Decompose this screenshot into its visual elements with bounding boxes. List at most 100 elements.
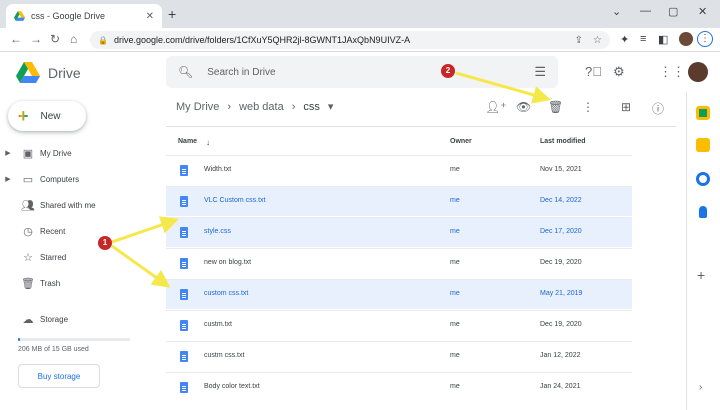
file-modified: May 21, 2019: [540, 290, 583, 297]
breadcrumb-current-folder[interactable]: css: [303, 101, 320, 113]
document-file-icon: [180, 289, 188, 300]
tab-search-icon[interactable]: ⌄: [612, 5, 621, 18]
breadcrumb-my-drive[interactable]: My Drive: [176, 101, 219, 113]
trash-icon: 🗑︎: [21, 277, 35, 290]
breadcrumb-web-data[interactable]: web data: [239, 101, 284, 113]
account-avatar[interactable]: [688, 62, 708, 82]
file-owner: me: [450, 321, 460, 328]
table-row[interactable]: custom css.txt me May 21, 2019: [166, 279, 632, 309]
minimize-button[interactable]: —: [640, 5, 651, 17]
get-addons-icon[interactable]: +: [697, 267, 705, 283]
reading-list-icon[interactable]: ≡: [640, 33, 646, 45]
calendar-icon[interactable]: [696, 106, 710, 120]
file-owner: me: [450, 228, 460, 235]
sidebar-item-storage[interactable]: ☁ Storage: [0, 308, 150, 330]
table-row[interactable]: VLC Custom css.txt me Dec 14, 2022: [166, 186, 632, 216]
table-row[interactable]: custm.txt me Dec 19, 2020: [166, 310, 632, 340]
file-name: Body color text.txt: [204, 383, 260, 390]
apps-grid-icon[interactable]: ⋮⋮: [659, 64, 685, 80]
file-name: custm.txt: [204, 321, 233, 328]
file-name: VLC Custom css.txt: [204, 197, 266, 204]
expand-caret-icon[interactable]: ▶: [0, 175, 16, 183]
sidebar-item-computers[interactable]: ▶ ▭ Computers: [0, 168, 150, 190]
annotation-badge-2: 2: [441, 64, 455, 78]
home-icon[interactable]: ⌂: [70, 32, 77, 46]
tasks-icon[interactable]: [696, 172, 710, 186]
sidebar-item-shared[interactable]: 👥︎ Shared with me: [0, 194, 150, 216]
tab-close-icon[interactable]: ✕: [146, 11, 154, 22]
side-panel-icon[interactable]: ◧: [658, 33, 668, 46]
settings-gear-icon[interactable]: ⚙: [613, 64, 625, 80]
file-owner: me: [450, 383, 460, 390]
sort-arrow-icon[interactable]: ↓: [206, 138, 210, 147]
app-name[interactable]: Drive: [48, 65, 81, 81]
extensions-icon[interactable]: ✦: [620, 33, 629, 46]
file-modified: Dec 19, 2020: [540, 259, 582, 266]
file-modified: Dec 17, 2020: [540, 228, 582, 235]
storage-usage-bar: [18, 338, 130, 341]
browser-menu-icon[interactable]: ⋮: [697, 31, 713, 47]
file-modified: Dec 14, 2022: [540, 197, 582, 204]
share-person-icon[interactable]: 👤︎⁺: [485, 100, 507, 114]
contacts-icon[interactable]: [699, 206, 707, 218]
keep-icon[interactable]: [696, 138, 710, 152]
share-icon[interactable]: ⇪: [575, 35, 583, 46]
cloud-icon: ☁: [22, 313, 34, 326]
reload-icon[interactable]: ↻: [50, 32, 60, 46]
expand-caret-icon[interactable]: ▶: [0, 149, 16, 157]
help-icon[interactable]: ?⃝: [585, 64, 602, 79]
close-window-button[interactable]: ✕: [698, 5, 707, 18]
document-file-icon: [180, 165, 188, 176]
address-bar[interactable]: 🔒 drive.google.com/drive/folders/1CfXuY5…: [90, 31, 610, 49]
sidebar-item-recent[interactable]: ◷ Recent: [0, 220, 150, 242]
table-row[interactable]: custm css.txt me Jan 12, 2022: [166, 341, 632, 371]
sidebar-item-label: Trash: [40, 278, 61, 288]
expand-panel-icon[interactable]: ›: [699, 382, 702, 393]
preview-eye-icon[interactable]: 👁︎: [516, 100, 531, 114]
delete-trash-icon[interactable]: 🗑︎: [548, 100, 563, 114]
document-file-icon: [180, 351, 188, 362]
recent-icon: ◷: [23, 225, 33, 238]
file-name: custom css.txt: [204, 290, 249, 297]
bookmark-star-icon[interactable]: ☆: [593, 35, 602, 46]
document-file-icon: [180, 227, 188, 238]
table-row[interactable]: new on blog.txt me Dec 19, 2020: [166, 248, 632, 278]
file-modified: Jan 24, 2021: [540, 383, 581, 390]
column-header-modified[interactable]: Last modified: [540, 138, 586, 145]
search-icon[interactable]: 🔍︎: [178, 65, 193, 79]
browser-toolbar: ← → ↻ ⌂ 🔒 drive.google.com/drive/folders…: [0, 28, 720, 52]
grid-view-icon[interactable]: ⊞: [621, 100, 631, 114]
search-input[interactable]: 🔍︎ Search in Drive ☰: [166, 56, 558, 88]
forward-icon[interactable]: →: [30, 32, 42, 46]
search-options-icon[interactable]: ☰: [534, 64, 546, 80]
sidebar-item-label: My Drive: [40, 148, 72, 158]
table-row[interactable]: Width.txt me Nov 15, 2021: [166, 155, 632, 185]
new-tab-button[interactable]: +: [168, 6, 176, 22]
storage-usage-text: 206 MB of 15 GB used: [18, 346, 89, 353]
table-row[interactable]: Body color text.txt me Jan 24, 2021: [166, 372, 632, 402]
sidebar-item-my-drive[interactable]: ▶ ▣ My Drive: [0, 142, 150, 164]
drive-logo-icon[interactable]: [16, 62, 40, 83]
column-header-owner[interactable]: Owner: [450, 138, 472, 145]
drive-header: Drive 🔍︎ Search in Drive ☰ ?⃝ ⚙ ⋮⋮: [0, 52, 720, 92]
file-modified: Dec 19, 2020: [540, 321, 582, 328]
sidebar-item-trash[interactable]: 🗑︎ Trash: [0, 272, 150, 294]
more-actions-icon[interactable]: ⋮: [582, 100, 594, 114]
profile-avatar[interactable]: [679, 32, 693, 46]
chevron-down-icon[interactable]: ▾: [328, 100, 334, 113]
maximize-button[interactable]: ▢: [668, 5, 678, 18]
file-name: style.css: [204, 228, 231, 235]
back-icon[interactable]: ←: [10, 32, 22, 46]
document-file-icon: [180, 320, 188, 331]
file-name: Width.txt: [204, 166, 232, 173]
new-button[interactable]: + New: [8, 101, 86, 131]
sidebar-item-starred[interactable]: ☆ Starred: [0, 246, 150, 268]
drive-favicon-icon: [14, 11, 25, 21]
buy-storage-button[interactable]: Buy storage: [18, 364, 100, 388]
document-file-icon: [180, 196, 188, 207]
info-icon[interactable]: ⓘ: [652, 100, 664, 117]
table-row[interactable]: style.css me Dec 17, 2020: [166, 217, 632, 247]
column-header-name[interactable]: Name: [178, 138, 197, 145]
annotation-badge-1: 1: [98, 236, 112, 250]
browser-tab[interactable]: css - Google Drive ✕: [6, 4, 162, 28]
